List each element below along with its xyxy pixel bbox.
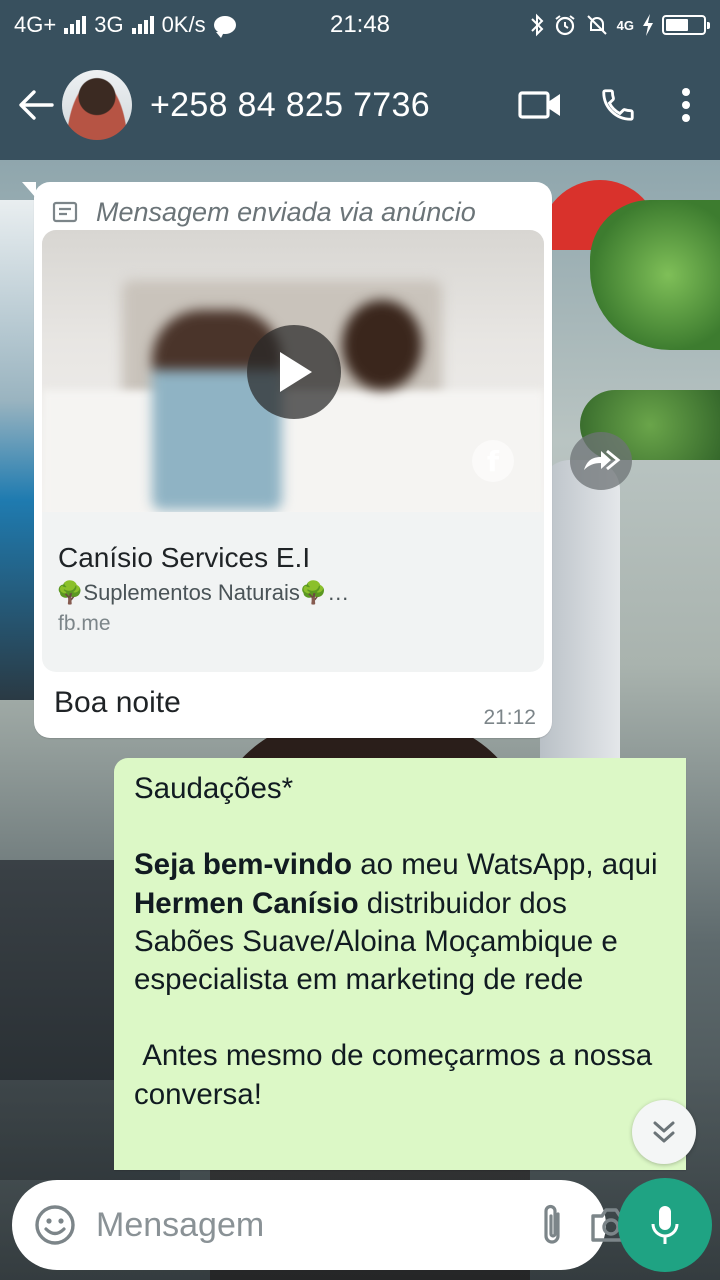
battery-icon <box>662 15 710 35</box>
play-icon[interactable] <box>247 325 341 419</box>
chat-header: +258 84 825 7736 <box>0 50 720 160</box>
bluetooth-icon <box>530 13 544 37</box>
avatar[interactable] <box>62 70 132 140</box>
message-text: Antes mesmo de começarmos a nossa conver… <box>134 1039 661 1111</box>
microphone-icon <box>651 1206 679 1244</box>
data-speed: 0K/s <box>161 12 206 37</box>
ad-description: 🌳Suplementos Naturais🌳… <box>56 580 350 605</box>
ad-video-thumbnail[interactable]: f <box>42 230 544 512</box>
message-text: Seja bem-vindo ao meu WatsApp, aqui Herm… <box>134 848 658 997</box>
status-bar: 4G+ 3G 0K/s 21:48 4G <box>0 0 720 50</box>
message-composer <box>12 1180 631 1270</box>
message-time: 21:12 <box>483 706 536 729</box>
video-call-icon[interactable] <box>510 75 570 135</box>
signal-icon <box>131 16 154 34</box>
wallpaper-tree <box>590 200 720 350</box>
message-input[interactable] <box>96 1195 539 1255</box>
message-text: Saudações* <box>134 772 294 805</box>
voice-call-icon[interactable] <box>588 75 648 135</box>
more-options-icon[interactable] <box>666 75 706 135</box>
network-label: 4G+ <box>14 12 57 37</box>
scroll-down-icon[interactable] <box>632 1100 696 1164</box>
mute-icon <box>586 15 607 35</box>
alarm-icon <box>555 15 575 36</box>
microphone-button[interactable] <box>618 1178 712 1272</box>
network-label: 3G <box>94 12 124 37</box>
back-arrow-icon[interactable] <box>10 79 62 131</box>
signal-icon <box>64 16 87 34</box>
ad-title: Canísio Services E.I <box>58 542 311 573</box>
contact-name[interactable]: +258 84 825 7736 <box>150 86 510 125</box>
attach-icon[interactable] <box>539 1197 565 1253</box>
ad-label-text: Mensagem enviada via anúncio <box>96 196 476 227</box>
chat-notification-icon <box>213 16 236 38</box>
facebook-icon: f <box>472 440 514 482</box>
outgoing-message[interactable]: Saudações* Seja bem-vindo ao meu WatsApp… <box>114 758 686 1170</box>
emoji-icon[interactable] <box>34 1203 76 1247</box>
ad-message-icon <box>52 201 78 223</box>
incoming-message[interactable]: Mensagem enviada via anúncio f Canísio S… <box>22 182 552 738</box>
ad-link[interactable]: fb.me <box>58 612 111 636</box>
forward-icon[interactable] <box>570 432 632 490</box>
message-text: Boa noite <box>54 686 181 719</box>
network-label: 4G <box>616 17 634 33</box>
charging-icon <box>643 14 653 36</box>
ad-card[interactable]: f Canísio Services E.I 🌳Suplementos Natu… <box>42 230 544 672</box>
